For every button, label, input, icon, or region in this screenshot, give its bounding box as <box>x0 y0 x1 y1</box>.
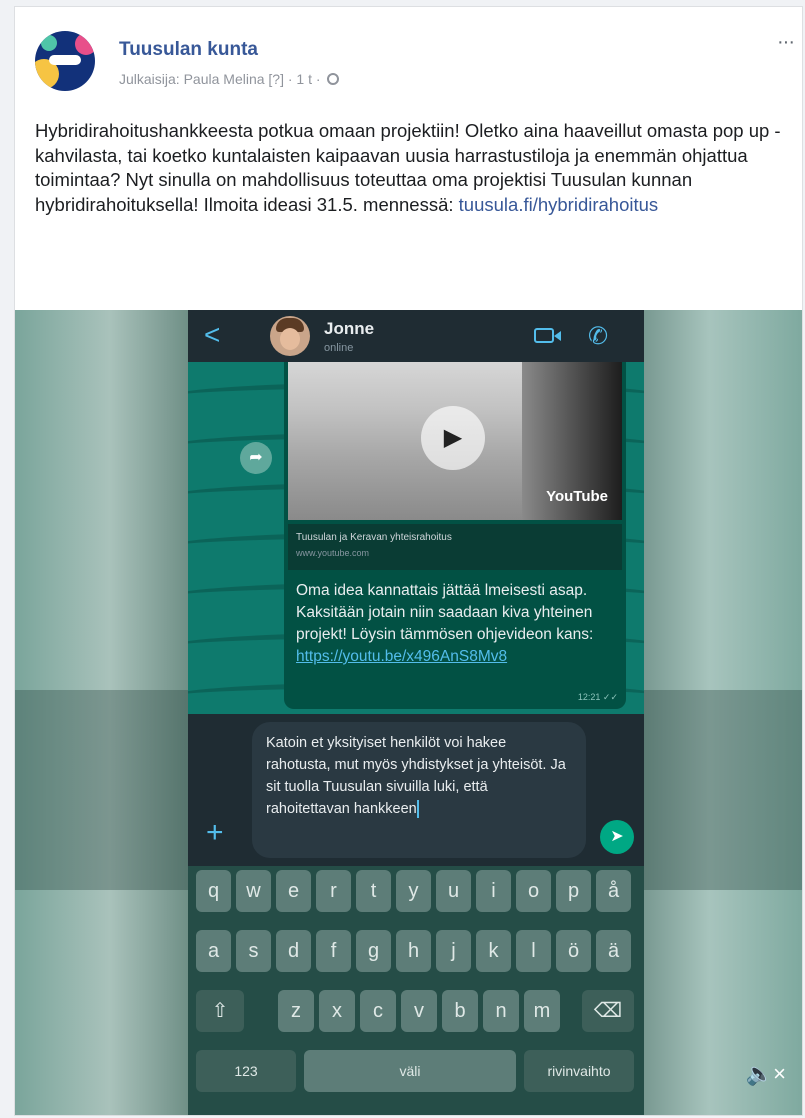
key-i: i <box>476 870 511 912</box>
contact-status: online <box>324 342 354 354</box>
post-body: Hybridirahoitushankkeesta potkua omaan p… <box>35 120 781 215</box>
key-s: s <box>236 930 271 972</box>
avatar-face <box>280 328 300 350</box>
key-t: t <box>356 870 391 912</box>
key-x: x <box>319 990 355 1032</box>
key-j: j <box>436 930 471 972</box>
phone-screen: < Jonne online ✆ ➦ ▶ YouTube Tuusulan ja… <box>188 310 644 1115</box>
shift-key: ⇧ <box>196 990 244 1032</box>
key-h: h <box>396 930 431 972</box>
video-thumbnail: ▶ YouTube <box>288 362 622 520</box>
youtube-logo: YouTube <box>546 488 608 505</box>
key-q: q <box>196 870 231 912</box>
return-key: rivinvaihto <box>524 1050 634 1092</box>
facebook-post: Tuusulan kunta Julkaisija: Paula Melina … <box>14 6 803 1116</box>
send-icon: ➤ <box>600 820 634 854</box>
chat-area: ➦ ▶ YouTube Tuusulan ja Keravan yhteisra… <box>188 362 644 714</box>
key-u: u <box>436 870 471 912</box>
phone-call-icon: ✆ <box>588 323 609 350</box>
more-options-button[interactable]: ··· <box>777 31 795 54</box>
key-v: v <box>401 990 437 1032</box>
key-b: b <box>442 990 478 1032</box>
plus-icon: + <box>206 816 224 849</box>
avatar-logo-shape <box>41 35 57 51</box>
backspace-key: ⌫ <box>582 990 634 1032</box>
key-g: g <box>356 930 391 972</box>
message-text: Oma idea kannattais jättää lmeisesti asa… <box>296 580 616 668</box>
key-z: z <box>278 990 314 1032</box>
post-text: Hybridirahoitushankkeesta potkua omaan p… <box>35 119 785 217</box>
key-d: d <box>276 930 311 972</box>
avatar-logo-shape <box>49 55 81 65</box>
key-e: e <box>276 870 311 912</box>
key-c: c <box>360 990 396 1032</box>
keyboard: qwertyuiopå asdfghjklöä zxcvbnm ⇧ ⌫ 123 … <box>188 866 644 1115</box>
mute-icon[interactable]: 🔈× <box>746 1061 786 1087</box>
key-o: o <box>516 870 551 912</box>
globe-icon <box>326 73 339 85</box>
video-call-icon <box>534 328 554 343</box>
key-k: k <box>476 930 511 972</box>
key-å: å <box>596 870 631 912</box>
forward-icon: ➦ <box>240 442 272 474</box>
post-meta: Julkaisija: Paula Melina [?] · 1 t · <box>119 71 339 87</box>
message-bubble: ▶ YouTube Tuusulan ja Keravan yhteisraho… <box>284 362 626 709</box>
contact-name: Jonne <box>324 319 375 338</box>
key-r: r <box>316 870 351 912</box>
key-p: p <box>556 870 591 912</box>
compose-area: + Katoin et yksityiset henkilöt voi hake… <box>188 714 644 866</box>
message-input: Katoin et yksityiset henkilöt voi hakee … <box>252 722 586 858</box>
play-icon: ▶ <box>421 406 485 470</box>
contact-avatar <box>270 316 310 356</box>
key-y: y <box>396 870 431 912</box>
post-link[interactable]: tuusula.fi/hybridirahoitus <box>459 194 659 215</box>
text-caret <box>416 800 419 819</box>
message-input-text: Katoin et yksityiset henkilöt voi hakee … <box>266 732 574 820</box>
chat-header: < Jonne online ✆ <box>188 310 644 362</box>
key-n: n <box>483 990 519 1032</box>
video-player[interactable]: < Jonne online ✆ ➦ ▶ YouTube Tuusulan ja… <box>15 310 802 1115</box>
message-body: Oma idea kannattais jättää lmeisesti asa… <box>296 582 594 643</box>
link-preview-domain: www.youtube.com <box>296 548 370 558</box>
numbers-key: 123 <box>196 1050 296 1092</box>
post-meta-text: Julkaisija: Paula Melina [?] · 1 t · <box>119 71 321 87</box>
link-preview-title: Tuusulan ja Keravan yhteisrahoitus <box>296 532 452 543</box>
key-a: a <box>196 930 231 972</box>
key-f: f <box>316 930 351 972</box>
key-ä: ä <box>596 930 631 972</box>
space-key: väli <box>304 1050 516 1092</box>
message-time: 12:21 ✓✓ <box>577 692 618 702</box>
link-preview: Tuusulan ja Keravan yhteisrahoitus www.y… <box>288 524 622 570</box>
key-m: m <box>524 990 560 1032</box>
page-name-link[interactable]: Tuusulan kunta <box>119 39 258 61</box>
message-link: https://youtu.be/x496AnS8Mv8 <box>296 648 508 665</box>
key-ö: ö <box>556 930 591 972</box>
page-avatar[interactable] <box>35 31 95 91</box>
key-l: l <box>516 930 551 972</box>
key-w: w <box>236 870 271 912</box>
back-icon: < <box>204 319 221 350</box>
avatar-logo-shape <box>75 33 95 55</box>
